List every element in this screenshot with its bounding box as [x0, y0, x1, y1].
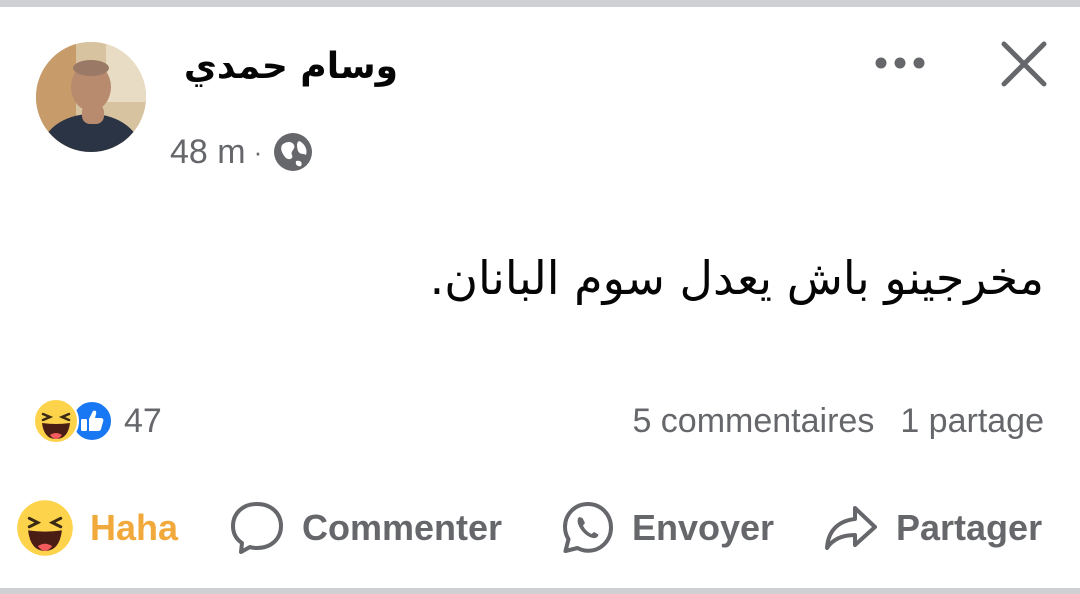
haha-icon: [17, 500, 73, 556]
comment-icon: [231, 502, 283, 554]
comment-count-link[interactable]: 5 commentaires: [632, 402, 874, 441]
post-text: مخرجينو باش يعدل سوم البانان.: [429, 251, 1044, 305]
globe-icon[interactable]: [272, 131, 314, 173]
send-button[interactable]: Envoyer: [560, 496, 774, 560]
comment-button[interactable]: Commenter: [228, 496, 502, 560]
meta-separator: ·: [253, 136, 263, 167]
action-bar: Haha Commenter Envoyer Partager: [0, 496, 1080, 560]
send-label: Envoyer: [632, 507, 775, 548]
reaction-label: Haha: [90, 507, 179, 548]
haha-reaction-icon: [32, 397, 80, 445]
comment-label: Commenter: [302, 507, 503, 548]
close-icon[interactable]: [998, 38, 1050, 90]
reaction-summary[interactable]: 47: [32, 396, 162, 446]
share-count-link[interactable]: 1 partage: [900, 402, 1044, 441]
whatsapp-icon: [563, 502, 613, 553]
avatar[interactable]: [36, 42, 146, 152]
engagement-stats: 5 commentaires 1 partage: [632, 396, 1044, 446]
post-meta: 48 m ·: [170, 130, 314, 174]
reaction-count: 47: [124, 401, 162, 440]
reaction-button[interactable]: Haha: [16, 496, 178, 560]
more-options-icon[interactable]: [872, 48, 928, 78]
author-name[interactable]: وسام حمدي: [184, 46, 398, 87]
share-label: Partager: [896, 507, 1043, 548]
share-button[interactable]: Partager: [822, 496, 1042, 560]
bottom-divider: [0, 588, 1080, 594]
top-divider: [0, 0, 1080, 7]
share-icon: [825, 506, 877, 550]
avatar-photo: [36, 42, 146, 152]
post-time[interactable]: 48 m: [170, 133, 246, 172]
